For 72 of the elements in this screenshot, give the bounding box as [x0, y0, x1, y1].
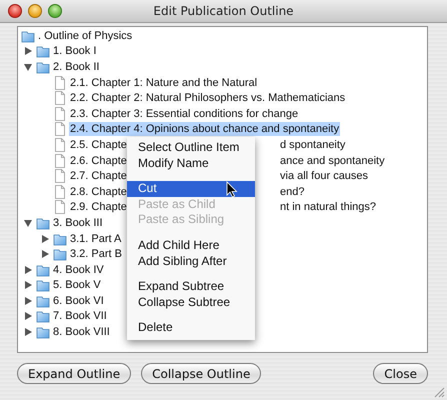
folder-icon: [21, 28, 35, 43]
document-icon: [53, 76, 67, 90]
folder-icon: [53, 232, 67, 246]
collapsed-triangle-icon[interactable]: [40, 249, 50, 260]
document-icon: [53, 184, 67, 199]
collapsed-triangle-icon[interactable]: [23, 327, 33, 338]
outline-item[interactable]: 3.2. Part B: [69, 247, 123, 262]
resize-grip-icon[interactable]: [434, 387, 445, 398]
outline-item[interactable]: 5. Book V: [52, 278, 102, 292]
folder-icon: [36, 44, 50, 58]
document-icon: [53, 122, 67, 136]
dialog-button[interactable]: Expand Outline: [17, 363, 132, 384]
collapsed-triangle-icon[interactable]: [23, 264, 33, 275]
document-icon: [53, 91, 67, 106]
mouse-pointer-icon: [226, 181, 238, 198]
menu-item[interactable]: Expand Subtree: [127, 279, 255, 295]
menu-item[interactable]: Add Child Here: [127, 238, 255, 254]
dialog-button[interactable]: Collapse Outline: [141, 363, 262, 384]
collapsed-triangle-icon[interactable]: [23, 280, 33, 290]
outline-item-text: nt in natural things?: [280, 200, 376, 214]
outline-item[interactable]: 2.8. Chapte: [69, 184, 128, 199]
outline-item-text: ance and spontaneity: [280, 154, 385, 168]
document-icon: [53, 200, 67, 214]
outline-item[interactable]: 2.5. Chapte: [69, 138, 128, 152]
folder-icon: [36, 325, 50, 340]
outline-item[interactable]: . Outline of Physics: [37, 28, 134, 43]
minimize-button[interactable]: [28, 4, 42, 18]
window-title: Edit Publication Outline: [153, 4, 294, 18]
zoom-button[interactable]: [48, 4, 62, 18]
outline-item[interactable]: 6. Book VI: [52, 294, 105, 308]
outline-item-text: d spontaneity: [280, 138, 346, 152]
document-icon: [53, 154, 67, 168]
outline-item-text: end?: [280, 184, 304, 199]
folder-icon: [36, 278, 50, 292]
collapsed-triangle-icon[interactable]: [23, 311, 33, 322]
outline-item[interactable]: 2.3. Chapter 3: Essential conditions for change: [69, 106, 300, 121]
close-window-button[interactable]: [8, 4, 22, 18]
menu-item[interactable]: Add Sibling After: [127, 254, 255, 270]
outline-item[interactable]: 3. Book III: [52, 216, 104, 230]
outline-item[interactable]: 2.4. Chapter 4: Opinions about chance and spontaneity: [69, 122, 340, 136]
folder-icon: [36, 262, 50, 277]
outline-item[interactable]: 2.7. Chapte: [69, 169, 128, 184]
document-icon: [53, 169, 67, 184]
collapsed-triangle-icon[interactable]: [23, 46, 33, 56]
menu-item[interactable]: Cut: [127, 181, 255, 197]
document-icon: [53, 138, 67, 152]
collapsed-triangle-icon[interactable]: [23, 296, 33, 306]
outline-item[interactable]: 2.6. Chapte: [69, 154, 128, 168]
folder-icon: [36, 309, 50, 324]
document-icon: [53, 106, 67, 121]
outline-item[interactable]: 2.2. Chapter 2: Natural Philosophers vs. Mathematicians: [69, 91, 346, 106]
menu-item[interactable]: Delete: [127, 320, 255, 336]
outline-item[interactable]: 2. Book II: [52, 60, 100, 74]
outline-item[interactable]: 1. Book I: [52, 44, 98, 58]
outline-item[interactable]: 4. Book IV: [52, 262, 105, 277]
expanded-triangle-icon[interactable]: [23, 62, 33, 72]
folder-icon: [36, 216, 50, 230]
outline-item[interactable]: 2.9. Chapte: [69, 200, 128, 214]
folder-icon: [53, 247, 67, 262]
outline-item[interactable]: 3.1. Part A: [69, 232, 122, 246]
outline-item[interactable]: 7. Book VII: [52, 309, 108, 324]
folder-icon: [36, 294, 50, 308]
expanded-triangle-icon[interactable]: [23, 218, 33, 228]
dialog-button[interactable]: Close: [373, 363, 428, 384]
folder-icon: [36, 60, 50, 74]
menu-item[interactable]: Select Outline Item: [127, 140, 255, 156]
outline-item[interactable]: 8. Book VIII: [52, 325, 111, 340]
outline-item-text: via all four causes: [280, 169, 368, 184]
menu-item[interactable]: Modify Name: [127, 156, 255, 172]
collapsed-triangle-icon[interactable]: [40, 234, 50, 244]
menu-item[interactable]: Collapse Subtree: [127, 294, 255, 310]
outline-item[interactable]: 2.1. Chapter 1: Nature and the Natural: [69, 76, 258, 90]
